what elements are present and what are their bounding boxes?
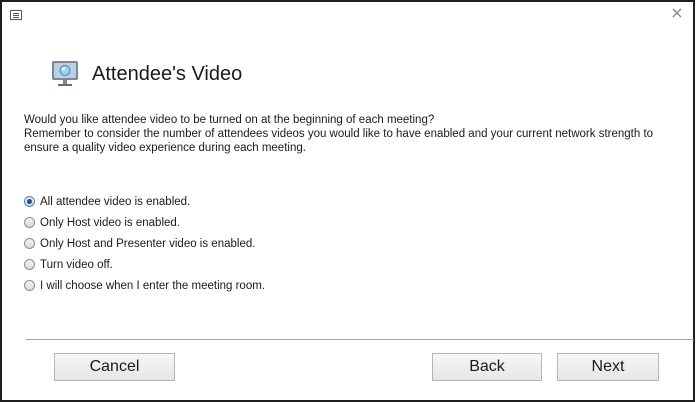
radio-unselected-icon[interactable] [24, 259, 35, 270]
option-label: All attendee video is enabled. [40, 195, 191, 208]
page-title: Attendee's Video [92, 62, 243, 85]
option-only-host-video[interactable]: Only Host video is enabled. [24, 212, 265, 233]
option-label: Only Host and Presenter video is enabled… [40, 237, 256, 250]
title-bar: × [2, 2, 693, 28]
monitor-icon [50, 59, 82, 89]
option-label: Only Host video is enabled. [40, 216, 180, 229]
option-label: Turn video off. [40, 258, 113, 271]
radio-unselected-icon[interactable] [24, 217, 35, 228]
close-icon[interactable]: × [669, 5, 685, 21]
description-line-question: Would you like attendee video to be turn… [24, 114, 435, 126]
option-all-attendee-video[interactable]: All attendee video is enabled. [24, 191, 265, 212]
attendee-video-dialog: × Attendee's Video Would you like attend… [0, 0, 695, 402]
option-turn-video-off[interactable]: Turn video off. [24, 254, 265, 275]
system-menu-icon[interactable] [10, 10, 22, 20]
option-choose-in-meeting-room[interactable]: I will choose when I enter the meeting r… [24, 275, 265, 296]
footer-divider [26, 339, 694, 340]
option-host-and-presenter-video[interactable]: Only Host and Presenter video is enabled… [24, 233, 265, 254]
radio-selected-icon[interactable] [24, 196, 35, 207]
description-line-reminder: Remember to consider the number of atten… [24, 128, 654, 154]
radio-unselected-icon[interactable] [24, 238, 35, 249]
cancel-button[interactable]: Cancel [54, 353, 175, 381]
radio-unselected-icon[interactable] [24, 280, 35, 291]
next-button[interactable]: Next [557, 353, 659, 381]
description-text: Would you like attendee video to be turn… [24, 113, 674, 155]
page-header: Attendee's Video [50, 58, 242, 90]
video-options-radio-group: All attendee video is enabled. Only Host… [24, 191, 265, 296]
back-button[interactable]: Back [432, 353, 542, 381]
option-label: I will choose when I enter the meeting r… [40, 279, 266, 292]
